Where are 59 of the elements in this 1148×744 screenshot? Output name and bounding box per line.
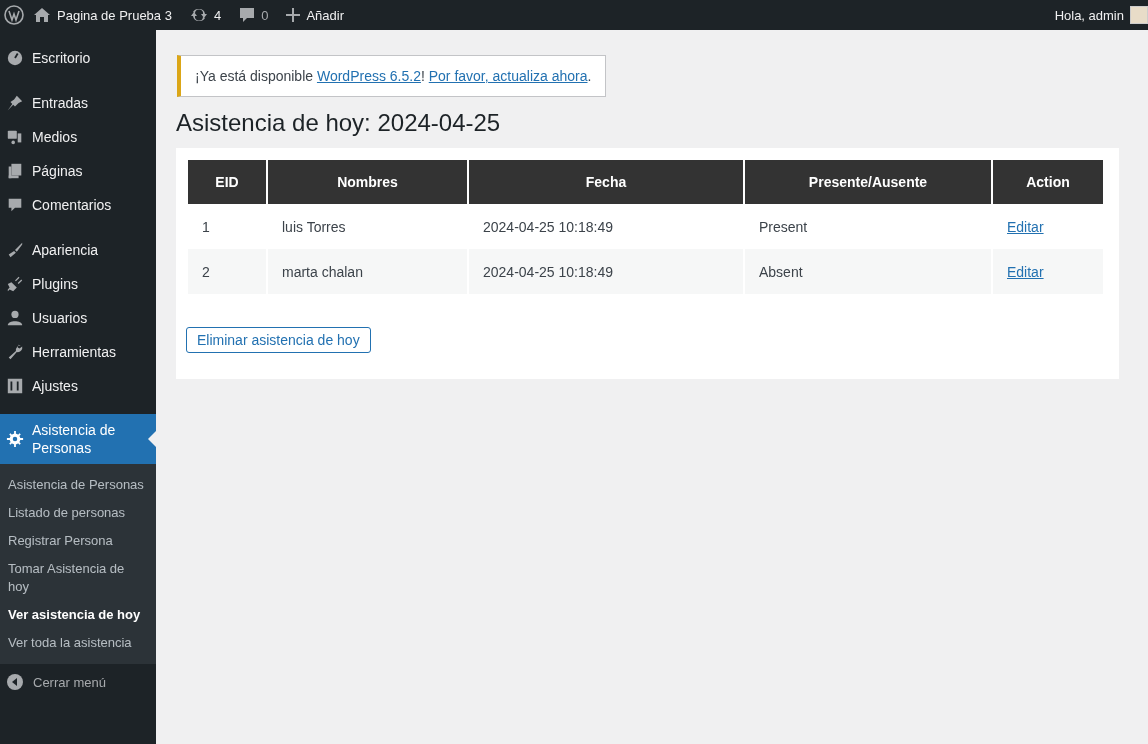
update-notice: ¡Ya está disponible WordPress 6.5.2! Por favor, actualiza ahora. [177, 55, 607, 97]
dashboard-icon [6, 49, 24, 67]
menu-item[interactable]: Ajustes [0, 369, 156, 403]
column-header: Action [993, 160, 1103, 204]
menu-item[interactable]: Herramientas [0, 335, 156, 369]
sliders-icon [6, 377, 24, 395]
brush-icon [6, 241, 24, 259]
page-title: Asistencia de hoy: 2024-04-25 [176, 109, 502, 137]
notice-link[interactable]: WordPress 6.5.2 [316, 68, 421, 84]
plug-icon [6, 275, 24, 293]
menu-item[interactable]: Medios [0, 120, 156, 154]
table-cell: 2 [188, 249, 266, 294]
menu-item[interactable]: Asistencia de Personas [0, 414, 156, 464]
table-cell: marta chalan [268, 249, 467, 294]
submenu-item[interactable]: Asistencia de Personas [0, 471, 156, 499]
current-pointer-icon [148, 431, 156, 447]
wrench-icon [6, 343, 24, 361]
wordpress-logo-icon[interactable] [4, 5, 24, 25]
menu-item[interactable]: Páginas [0, 154, 156, 188]
collapse-menu-button[interactable]: Cerrar menú [0, 664, 156, 700]
comment-icon [6, 196, 24, 214]
table-cell: Absent [745, 249, 991, 294]
table-cell-text: luis Torres [281, 217, 347, 237]
edit-link[interactable]: Editar [1007, 218, 1044, 235]
new-link[interactable]: Añadir [306, 7, 344, 23]
submenu-item[interactable]: Listado de personas [0, 499, 156, 527]
table-cell: 2024-04-25 10:18:49 [469, 249, 743, 294]
edit-link[interactable]: Editar [1007, 263, 1044, 280]
gear-icon [6, 430, 24, 448]
greeting-link[interactable]: Hola, admin [1054, 7, 1124, 23]
notice-link[interactable]: Por favor, actualiza ahora [428, 68, 588, 84]
delete-attendance-button[interactable]: Eliminar asistencia de hoy [186, 327, 371, 353]
column-header: Presente/Ausente [745, 160, 991, 204]
pages-icon [6, 162, 24, 180]
table-cell-text: 2024-04-25 10:18:49 [482, 217, 614, 237]
submenu-item[interactable]: Tomar Asistencia de hoy [0, 555, 156, 601]
user-icon [6, 309, 24, 327]
refresh-icon[interactable] [189, 7, 208, 23]
menu-item[interactable]: Plugins [0, 267, 156, 301]
column-header: EID [188, 160, 266, 204]
submenu-item[interactable]: Ver asistencia de hoy [0, 601, 156, 629]
submenu-item[interactable]: Registrar Persona [0, 527, 156, 555]
menu-item[interactable]: Comentarios [0, 188, 156, 222]
home-icon[interactable] [33, 7, 51, 23]
updates-count[interactable]: 4 [213, 7, 222, 23]
column-header: Nombres [268, 160, 467, 204]
menu-item[interactable]: Apariencia [0, 233, 156, 267]
table-cell-text: 1 [201, 217, 211, 237]
comment-icon[interactable] [239, 7, 256, 23]
plus-icon[interactable] [286, 8, 301, 22]
media-icon [6, 128, 24, 146]
table-cell-text: Present [758, 217, 809, 237]
comments-count[interactable]: 0 [261, 7, 269, 23]
menu-item[interactable]: Usuarios [0, 301, 156, 335]
menu-item[interactable]: Entradas [0, 86, 156, 120]
menu-item[interactable]: Escritorio [0, 41, 156, 75]
submenu-item[interactable]: Ver toda la asistencia [0, 629, 156, 657]
site-name-link[interactable]: Pagina de Prueba 3 [57, 7, 172, 23]
column-header: Fecha [469, 160, 743, 204]
